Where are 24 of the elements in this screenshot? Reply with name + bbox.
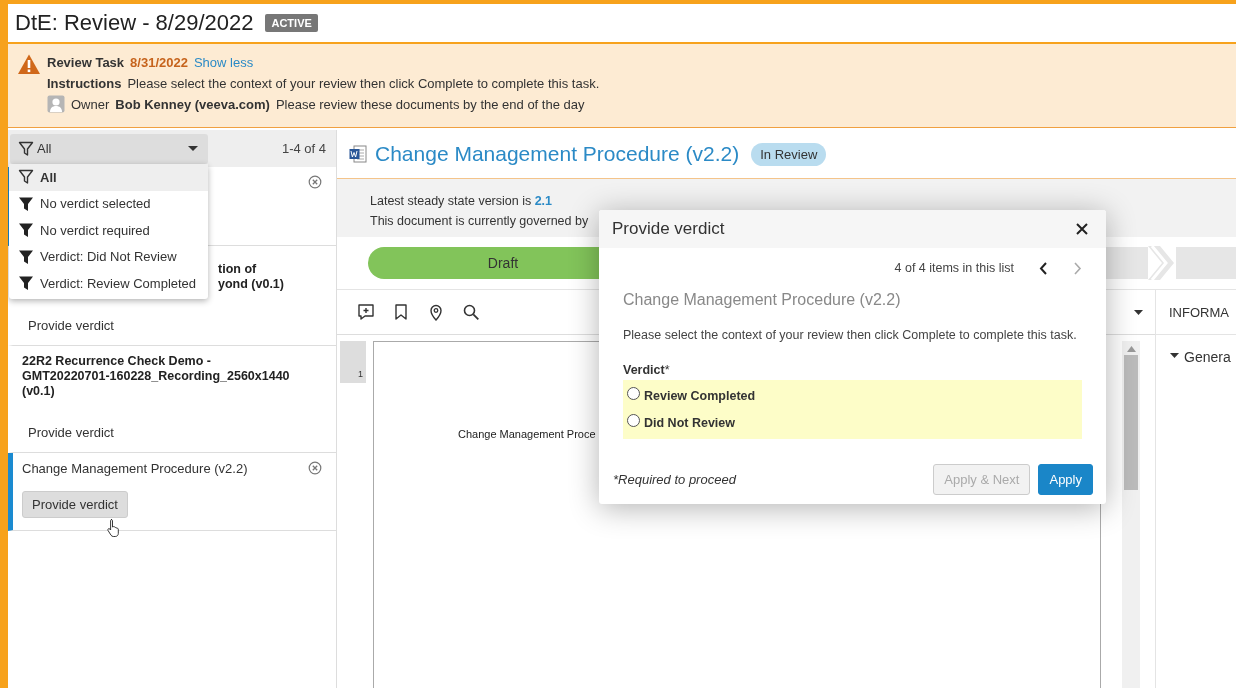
instructions-label: Instructions [47,75,122,91]
document-title: Change Management Procedure (v2.2) [22,461,248,476]
panel-header: INFORMA [1156,290,1236,335]
item-count: 1-4 of 4 [281,141,326,156]
dialog-title: Provide verdict [612,219,725,239]
document-name: Change Management Procedure (v2.2) [623,291,902,309]
owner-name: Bob Kenney (veeva.com) [115,96,270,112]
task-label: Review Task [47,54,125,70]
page-text: Change Management Proce [458,428,596,440]
dialog-message: Please select the context of your review then click Complete to complete this task. [623,327,1078,344]
owner-label: Owner [71,96,110,112]
status-badge: In Review [751,142,827,166]
owner-note: Please review these documents by the end of the day [275,96,585,112]
required-note: *Required to proceed [613,472,736,487]
document-title: 22R2 Recurrence Check Demo - GMT20220701-160228_Recording_2560x1440 (v0.1) [22,354,290,399]
field-label: Verdict* [623,363,671,377]
document-title: Change Management Procedure (v2.2) [375,142,740,166]
document-title: tion of yond (v0.1) [218,262,284,292]
page-title: DtE: Review - 8/29/2022 [15,10,254,36]
steady-state-text: Latest steady state version is 2.1 [370,194,554,208]
position-text: 4 of 4 items in this list [894,261,1014,275]
instructions-text: Please select the context of your review then click Complete to complete this task. [127,75,600,91]
status-badge: ACTIVE [265,14,318,32]
due-date: 8/31/2022 [130,54,188,70]
